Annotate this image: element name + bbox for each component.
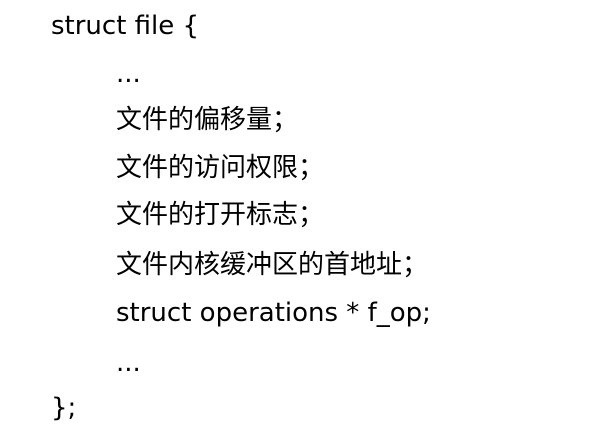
field-open-flags: 文件的打开标志； <box>116 200 325 230</box>
field-kernel-buffer-address: 文件内核缓冲区的首地址； <box>116 250 429 280</box>
code-snippet: struct file { ... 文件的偏移量； 文件的访问权限； 文件的打开… <box>0 0 600 439</box>
closing-brace-line: }; <box>51 393 77 423</box>
field-f-op-pointer: struct operations * f_op; <box>116 298 431 328</box>
field-file-offset: 文件的偏移量； <box>116 105 299 135</box>
struct-declaration-line: struct file { <box>51 11 200 41</box>
ellipsis-line-top: ... <box>116 59 141 89</box>
field-access-permission: 文件的访问权限； <box>116 153 325 183</box>
ellipsis-line-bottom: ... <box>116 348 141 378</box>
